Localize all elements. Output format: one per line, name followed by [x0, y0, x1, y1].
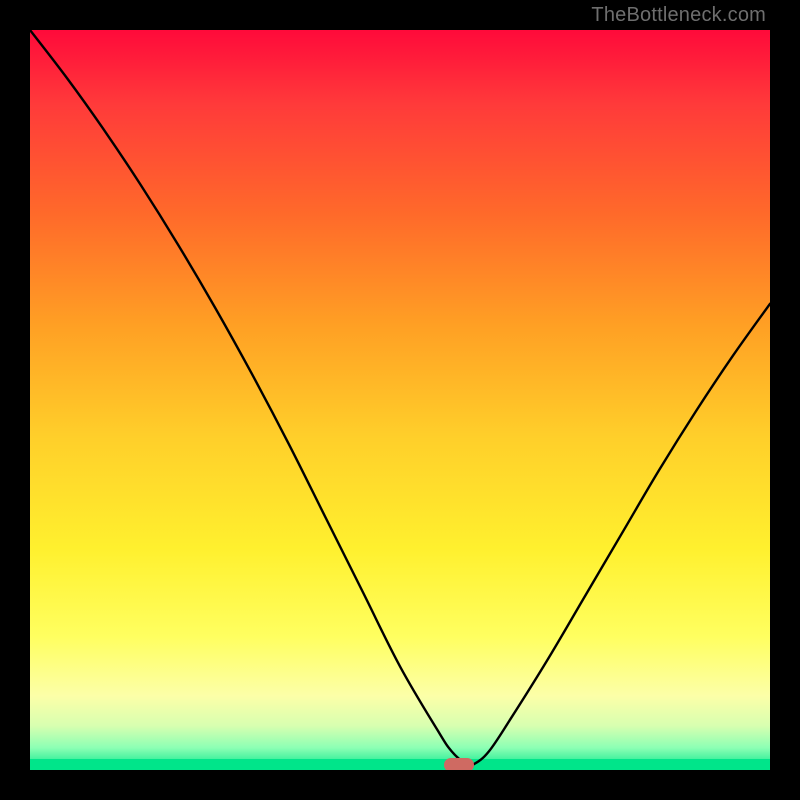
bottleneck-curve	[30, 30, 770, 766]
plot-area	[30, 30, 770, 770]
watermark-text: TheBottleneck.com	[591, 4, 766, 27]
curve-layer	[30, 30, 770, 770]
chart-frame: TheBottleneck.com	[0, 0, 800, 800]
optimal-marker	[444, 758, 474, 770]
